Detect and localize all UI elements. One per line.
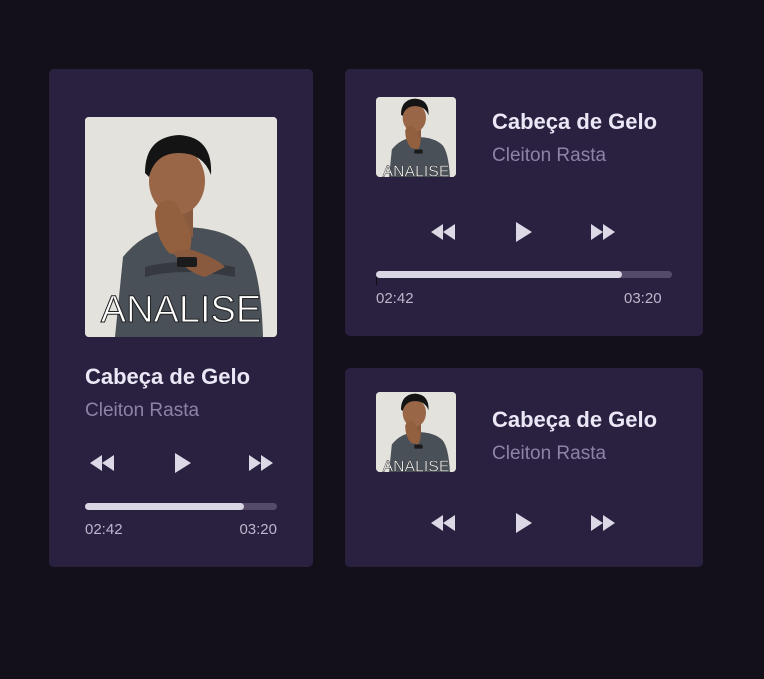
album-cover: ANALISE [85, 117, 277, 337]
progress-bar[interactable] [85, 503, 277, 510]
play-icon [506, 509, 538, 537]
fast-forward-button[interactable] [245, 449, 277, 477]
current-time: 02:42 [85, 521, 123, 538]
rewind-icon [427, 218, 459, 246]
play-icon [165, 449, 197, 477]
fast-forward-icon [587, 218, 619, 246]
cover-overlay-text: ANALISE [383, 164, 450, 177]
track-title: Cabeça de Gelo [492, 109, 658, 134]
total-time: 03:20 [239, 521, 277, 538]
current-time: 02:42 [376, 290, 414, 307]
progress-fill [376, 271, 622, 278]
rewind-button[interactable] [86, 449, 118, 477]
track-title: Cabeça de Gelo [492, 407, 658, 432]
progress-fill [85, 503, 245, 510]
play-button[interactable] [506, 218, 538, 246]
fast-forward-button[interactable] [587, 509, 619, 537]
player-card-compact: ANALISE Cabeça de Gelo Cleiton Rasta 02:… [345, 69, 703, 336]
play-button[interactable] [506, 509, 538, 537]
fast-forward-icon [587, 509, 619, 537]
track-title: Cabeça de Gelo [85, 364, 251, 389]
progress-bar[interactable] [376, 271, 672, 278]
total-time: 03:20 [624, 290, 662, 307]
play-button[interactable] [165, 449, 197, 477]
track-artist: Cleiton Rasta [492, 145, 607, 166]
play-icon [506, 218, 538, 246]
track-artist: Cleiton Rasta [492, 443, 607, 464]
fast-forward-icon [245, 449, 277, 477]
fast-forward-button[interactable] [587, 218, 619, 246]
progress-tick [376, 277, 377, 285]
album-cover: ANALISE [376, 392, 456, 472]
rewind-icon [427, 509, 459, 537]
cover-overlay-text: ANALISE [101, 289, 262, 331]
rewind-icon [86, 449, 118, 477]
cover-overlay-text: ANALISE [383, 459, 450, 472]
album-cover: ANALISE [376, 97, 456, 177]
track-artist: Cleiton Rasta [85, 400, 200, 421]
player-card-mini: ANALISE Cabeça de Gelo Cleiton Rasta [345, 368, 703, 567]
rewind-button[interactable] [427, 218, 459, 246]
player-card-large: ANALISE Cabeça de Gelo Cleiton Rasta 02:… [49, 69, 313, 567]
rewind-button[interactable] [427, 509, 459, 537]
